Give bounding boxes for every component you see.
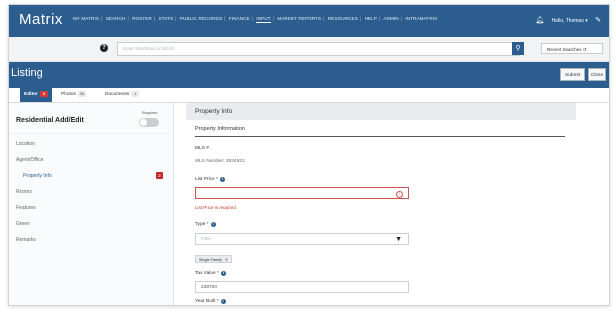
pencil-icon[interactable]: ✎	[595, 17, 601, 24]
tax-value-input[interactable]: 238700	[195, 281, 409, 293]
selected-type-chip: Single Family ✕	[195, 255, 232, 263]
required-toggle[interactable]	[139, 118, 159, 127]
nav-link-roster[interactable]: ROSTER	[132, 16, 152, 21]
subsection-title: Property Information	[195, 126, 245, 132]
section-header: Property Info	[186, 103, 576, 120]
type-label: Type * i	[195, 222, 216, 227]
nav-link-resources[interactable]: RESOURCES	[328, 16, 358, 21]
nav-link-my-matrix[interactable]: MY MATRIX	[73, 16, 99, 21]
page-title: Listing	[11, 67, 43, 79]
search-button[interactable]: ⚲	[512, 42, 524, 55]
info-icon[interactable]: i	[219, 177, 225, 182]
year-built-label: Year Built * i	[195, 299, 226, 304]
toggle-knob	[140, 119, 147, 126]
nav-link-stats[interactable]: STATS	[159, 16, 174, 21]
recent-searches-button[interactable]: Recent Searches ↺	[541, 43, 603, 54]
nav-link-admin[interactable]: ADMIN	[383, 16, 398, 21]
info-icon[interactable]: i	[220, 299, 226, 304]
mls-label: MLS #	[195, 146, 209, 151]
nav-link-public-records[interactable]: PUBLIC RECORDS	[180, 16, 222, 21]
type-filter-input[interactable]: Filter ▼	[195, 233, 409, 245]
close-button[interactable]: Close	[588, 68, 606, 81]
required-label: Required	[142, 111, 158, 115]
search-bar-row: ? Enter Shorthand or MLS# ⚲ Recent Searc…	[9, 37, 609, 62]
search-input[interactable]: Enter Shorthand or MLS#	[117, 42, 520, 56]
left-sidebar: Residential Add/Edit Required Location A…	[9, 103, 174, 305]
browser-frame: Matrix MY MATRIX | SEARCH | ROSTER | STATS |…	[8, 4, 610, 306]
list-price-input[interactable]: !	[195, 187, 409, 199]
nav-link-help[interactable]: HELP	[365, 16, 377, 21]
sidebar-item-remarks[interactable]: Remarks	[16, 237, 36, 243]
subsection-divider	[195, 136, 565, 137]
tab-count-badge: 35	[77, 91, 86, 97]
info-icon[interactable]: i	[220, 271, 226, 276]
tab-count-badge: 2	[39, 91, 48, 97]
nav-link-input[interactable]: INPUT	[256, 16, 271, 23]
divider	[9, 133, 172, 134]
mls-number-value: MLS Number: 3934923	[195, 159, 245, 164]
user-greeting-menu[interactable]: Hello, Thomas ▾	[552, 18, 588, 24]
nav-link-market-reports[interactable]: MARKET REPORTS	[277, 16, 321, 21]
list-price-error: List Price is required.	[195, 205, 238, 210]
user-area: 🔔︎ Hello, Thomas ▾ ✎	[535, 16, 601, 24]
form-panel: Property Info Property Information MLS #…	[186, 103, 576, 305]
main-nav-links: MY MATRIX | SEARCH | ROSTER | STATS | PUBLIC…	[73, 16, 438, 23]
search-icon: ⚲	[515, 45, 521, 52]
submit-button[interactable]: Submit	[560, 68, 585, 81]
help-icon[interactable]: ?	[100, 44, 108, 52]
list-price-label: List Price * i	[195, 177, 225, 182]
listing-header: Listing Submit Close	[9, 62, 609, 88]
sidebar-item-rooms[interactable]: Rooms	[16, 189, 32, 195]
tab-editor[interactable]: Editor 2	[20, 88, 52, 102]
bell-icon[interactable]: 🔔︎	[535, 17, 544, 24]
error-count-badge: 2	[156, 172, 163, 179]
top-navigation-bar: Matrix MY MATRIX | SEARCH | ROSTER | STATS |…	[9, 5, 609, 37]
nav-link-finance[interactable]: FINANCE	[229, 16, 250, 21]
tab-documents[interactable]: Documents 1	[105, 88, 140, 102]
tab-count-badge: 1	[131, 91, 140, 97]
nav-link-intramatrix[interactable]: INTRAMATRIX	[405, 16, 437, 21]
nav-link-search[interactable]: SEARCH	[106, 16, 126, 21]
tab-photos[interactable]: Photos 35	[61, 88, 86, 102]
info-icon[interactable]: i	[210, 222, 216, 227]
filter-icon[interactable]: ▼	[395, 236, 402, 243]
sidebar-item-location[interactable]: Location	[16, 141, 35, 147]
history-icon: ↺	[582, 47, 587, 52]
sidebar-item-agent-office[interactable]: Agent/Office	[16, 157, 43, 163]
sidebar-item-green[interactable]: Green	[16, 221, 30, 227]
remove-chip-icon[interactable]: ✕	[225, 258, 228, 262]
sidebar-item-property-info[interactable]: Property Info	[23, 173, 52, 179]
tax-value-label: Tax Value * i	[195, 271, 226, 276]
error-icon: !	[396, 191, 403, 198]
tab-bar: Editor 2 Photos 35 Documents 1	[9, 88, 609, 103]
sidebar-item-features[interactable]: Features	[16, 205, 36, 211]
sidebar-title: Residential Add/Edit	[16, 117, 84, 124]
matrix-logo[interactable]: Matrix	[19, 11, 63, 28]
